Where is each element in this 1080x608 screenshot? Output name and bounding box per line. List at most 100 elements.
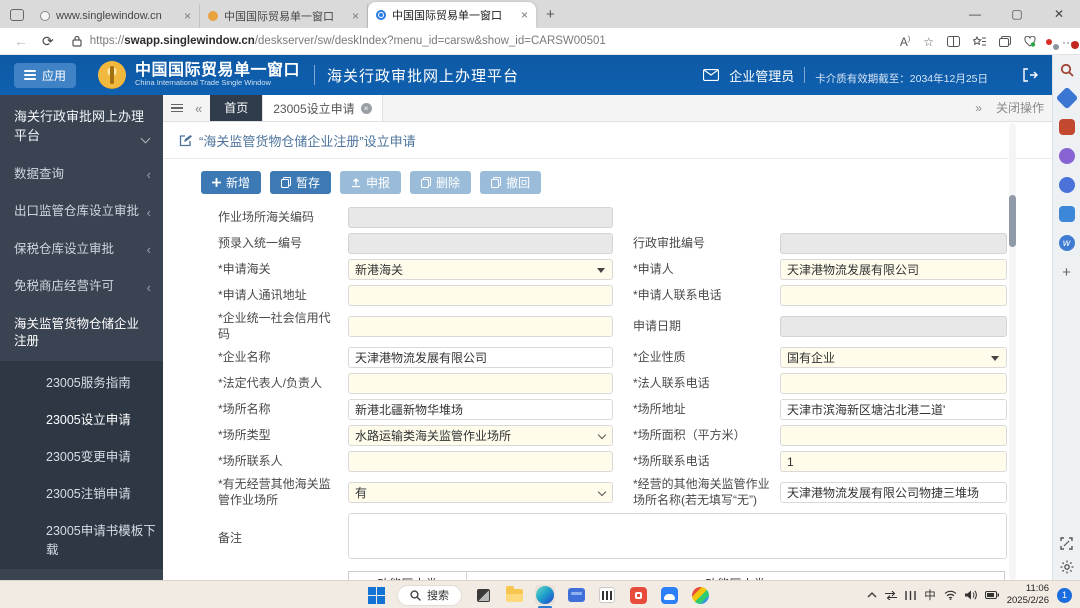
text-input[interactable]	[780, 425, 1007, 446]
lock-icon[interactable]	[72, 35, 82, 47]
text-input[interactable]	[780, 451, 1007, 472]
refresh-icon[interactable]: ⟳	[42, 33, 54, 50]
read-aloud-icon[interactable]: A)	[900, 35, 910, 49]
minimize-button[interactable]: —	[954, 0, 996, 28]
sidebar-item[interactable]: 出口监管仓库设立审批‹	[0, 193, 163, 231]
sidebar-subitem[interactable]: 23005设立申请	[0, 400, 163, 437]
tray-app-icon[interactable]	[905, 591, 916, 600]
edge-browser-button[interactable]	[535, 585, 555, 605]
content-scrollbar-thumb[interactable]	[1009, 195, 1016, 247]
taskbar-search[interactable]: 搜索	[397, 585, 462, 606]
text-input[interactable]	[348, 207, 613, 228]
add-button[interactable]: 新增	[201, 171, 261, 194]
user-role-label[interactable]: 企业管理员	[729, 66, 794, 85]
collections-icon[interactable]	[999, 36, 1011, 47]
shopping-tag-icon[interactable]	[1055, 87, 1078, 110]
settings-more-icon[interactable]: ···	[1062, 35, 1074, 49]
apps-menu-button[interactable]: 应用	[14, 63, 76, 88]
favorites-bar-icon[interactable]	[973, 36, 986, 47]
close-window-button[interactable]: ✕	[1038, 0, 1080, 28]
sidebar-item[interactable]: 数据查询‹	[0, 156, 163, 194]
volume-icon[interactable]	[965, 590, 977, 600]
browser-tab-2[interactable]: 中国国际贸易单一窗口 ×	[200, 4, 368, 28]
file-explorer-button[interactable]	[504, 585, 524, 605]
tray-arrows-icon[interactable]	[885, 591, 897, 600]
sidebar-title[interactable]: 海关行政审批网上办理平台	[0, 95, 163, 156]
text-input[interactable]	[780, 373, 1007, 394]
add-sidebar-app-icon[interactable]: +	[1062, 264, 1071, 281]
maximize-button[interactable]: ▢	[996, 0, 1038, 28]
tools-sphere-icon[interactable]	[1059, 177, 1075, 193]
hidden-icons-chevron[interactable]	[867, 592, 877, 598]
text-input[interactable]	[348, 285, 613, 306]
sidebar-item[interactable]: 进出境动植物检疫除害处理单位核准‹	[0, 569, 163, 580]
save-draft-button[interactable]: 暂存	[270, 171, 331, 194]
browser-essentials-icon[interactable]	[1024, 36, 1036, 47]
split-screen-icon[interactable]	[947, 36, 960, 47]
toolbox-icon[interactable]	[1059, 119, 1075, 135]
screenshot-icon[interactable]	[1060, 537, 1073, 550]
briefcase-app-button[interactable]	[566, 585, 586, 605]
cloud-drive-button[interactable]	[659, 585, 679, 605]
text-input[interactable]	[780, 399, 1007, 420]
sidebar-subitem[interactable]: 23005注销申请	[0, 474, 163, 511]
text-input[interactable]	[348, 451, 613, 472]
close-tab-icon[interactable]: ×	[521, 9, 528, 21]
start-button[interactable]	[366, 585, 386, 605]
tab-activity-icon[interactable]	[10, 9, 24, 21]
app-w-icon[interactable]: w	[1059, 235, 1075, 251]
wifi-icon[interactable]	[944, 590, 957, 600]
url-text[interactable]: https://swapp.singlewindow.cn/deskserver…	[90, 35, 606, 47]
text-input[interactable]	[780, 285, 1007, 306]
declare-button[interactable]: 申报	[340, 171, 401, 194]
content-scrollbar-track[interactable]	[1009, 123, 1016, 580]
sidebar-subitem[interactable]: 23005服务指南	[0, 363, 163, 400]
sidebar-item[interactable]: 保税仓库设立审批‹	[0, 231, 163, 269]
delete-button[interactable]: 删除	[410, 171, 471, 194]
text-input[interactable]	[780, 233, 1007, 254]
text-input[interactable]	[348, 233, 613, 254]
sidebar-item[interactable]: 海关监管货物仓储企业注册	[0, 306, 163, 361]
text-input[interactable]	[348, 316, 613, 337]
taskbar-clock[interactable]: 11:06 2025/2/26	[1007, 583, 1049, 607]
text-input[interactable]	[780, 482, 1007, 503]
close-tab-icon[interactable]: ×	[361, 103, 372, 114]
select-input[interactable]: 有	[348, 482, 613, 503]
withdraw-button[interactable]: 撤回	[480, 171, 541, 194]
battery-icon[interactable]	[985, 591, 999, 599]
notes-app-button[interactable]	[597, 585, 617, 605]
text-input[interactable]	[348, 399, 613, 420]
close-operations-menu[interactable]: 关闭操作	[996, 99, 1044, 116]
select-input[interactable]: 水路运输类海关监管作业场所	[348, 425, 613, 446]
text-input[interactable]	[780, 259, 1007, 280]
scroll-tabs-right-icon[interactable]: »	[975, 101, 982, 115]
tab-23005-application[interactable]: 23005设立申请 ×	[262, 95, 382, 121]
select-input[interactable]: 国有企业	[780, 347, 1007, 368]
tab-home[interactable]: 首页	[210, 95, 262, 121]
browser-tab-3-active[interactable]: 中国国际贸易单一窗口 ×	[368, 2, 536, 28]
close-tab-icon[interactable]: ×	[184, 10, 191, 22]
close-tab-icon[interactable]: ×	[352, 10, 359, 22]
favorite-star-icon[interactable]: ☆	[923, 35, 934, 49]
browser-ball-app-button[interactable]	[690, 585, 710, 605]
camera-icon[interactable]	[1059, 206, 1075, 222]
text-input[interactable]	[348, 347, 613, 368]
select-input[interactable]: 新港海关	[348, 259, 613, 280]
games-people-icon[interactable]	[1059, 148, 1075, 164]
red-app-button[interactable]	[628, 585, 648, 605]
notification-badge[interactable]: 1	[1057, 588, 1072, 603]
gear-icon[interactable]	[1060, 560, 1074, 574]
sidebar-subitem[interactable]: 23005申请书模板下载	[0, 511, 163, 567]
new-tab-button[interactable]: +	[546, 6, 555, 23]
sidebar-item[interactable]: 免税商店经营许可‹	[0, 268, 163, 306]
ime-indicator[interactable]: 中	[924, 587, 936, 603]
text-input[interactable]	[780, 316, 1007, 337]
mail-icon[interactable]	[703, 69, 719, 81]
sidebar-subitem[interactable]: 23005变更申请	[0, 437, 163, 474]
sidebar-toggle-icon[interactable]	[171, 102, 183, 115]
scroll-tabs-left-icon[interactable]: «	[195, 101, 202, 116]
logout-icon[interactable]	[1022, 68, 1038, 82]
task-view-button[interactable]	[473, 585, 493, 605]
back-icon[interactable]: ←	[14, 33, 28, 49]
sidebar-search-icon[interactable]	[1060, 63, 1074, 77]
